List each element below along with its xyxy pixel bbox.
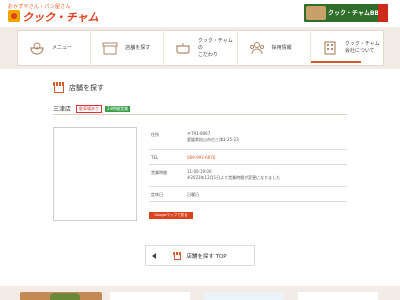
footer-tile[interactable] — [298, 292, 378, 300]
people-icon — [248, 40, 266, 56]
address-value: 〒791-8067 愛媛県松山市古三津3-25-23 — [187, 131, 239, 142]
store-icon — [53, 82, 65, 93]
food-image — [306, 6, 326, 20]
hours-label: 営業時間 — [151, 170, 167, 175]
building-icon — [321, 40, 339, 56]
info-row-address: 住所 〒791-8067 愛媛県松山市古三津3-25-23 — [149, 127, 347, 150]
hours-badge: 24時間営業 — [105, 105, 131, 112]
tel-link[interactable]: 089-993-6670 — [187, 155, 215, 161]
closed-label: 定休日 — [151, 192, 163, 197]
main-nav: メニュー 店舗を探す クック・チャムの こだわり 採用情報 クック・チャム 会社… — [17, 30, 384, 66]
logo-text: クック・チャム — [22, 11, 99, 24]
hours-value: 11:00-19:00 ※2023年12月1日より営業時間が変更になりました — [187, 169, 281, 180]
nav-label: 店舗を探す — [125, 44, 151, 51]
parking-badge: 駐車場あり — [76, 104, 103, 113]
footer-tile[interactable] — [110, 292, 190, 300]
nav-item-company[interactable]: クック・チャム 会社について — [310, 31, 383, 65]
back-button-label: 店舗を探す TOP — [186, 253, 227, 260]
promo-banner[interactable]: クック・チャムBB — [304, 4, 388, 22]
divider — [53, 114, 347, 115]
nav-item-menu[interactable]: メニュー — [18, 31, 92, 65]
store-name-row: 三津店 駐車場あり 24時間営業 — [53, 104, 131, 113]
info-row-tel: TEL 089-993-6670 — [149, 150, 347, 165]
nav-label: クック・チャム 会社について — [344, 41, 380, 54]
page-title: 店舗を探す — [69, 83, 104, 92]
store-icon — [173, 251, 183, 260]
pot-icon — [174, 40, 191, 56]
nav-label: クック・チャムの こだわり — [197, 37, 233, 58]
page-heading: 店舗を探す — [53, 82, 104, 93]
nav-label: メニュー — [52, 44, 73, 51]
address-label: 住所 — [151, 132, 159, 137]
tel-label: TEL — [151, 155, 159, 160]
nav-item-recruit[interactable]: 採用情報 — [238, 31, 311, 65]
store-name: 三津店 — [53, 106, 72, 113]
store-search-top-button[interactable]: 店舗を探す TOP — [145, 245, 255, 266]
nav-item-store[interactable]: 店舗を探す — [91, 31, 165, 65]
banner-label: クック・チャムBB — [328, 10, 379, 17]
banner-accent — [378, 4, 388, 22]
nav-item-commitment[interactable]: クック・チャムの こだわり — [164, 31, 238, 65]
google-map-button[interactable]: Googleマップで見る — [149, 212, 193, 219]
info-row-closed: 定休日 日曜日 — [149, 187, 347, 202]
chevron-left-icon — [152, 253, 156, 259]
closed-value: 日曜日 — [187, 192, 199, 197]
store-map[interactable] — [53, 127, 137, 221]
footer-tile[interactable] — [204, 292, 284, 300]
info-row-hours: 営業時間 11:00-19:00 ※2023年12月1日より営業時間が変更になり… — [149, 165, 347, 187]
bowl-icon — [28, 40, 46, 56]
nav-label: 採用情報 — [271, 44, 292, 51]
nav-active-indicator — [310, 61, 361, 63]
site-header: おかずやさん・パン屋さん クック・チャム クック・チャムBB — [0, 0, 400, 26]
logo-mark-icon — [8, 10, 20, 22]
store-icon — [101, 40, 119, 56]
site-logo[interactable]: おかずやさん・パン屋さん クック・チャム — [8, 3, 128, 24]
footer-food-image[interactable] — [20, 292, 102, 300]
